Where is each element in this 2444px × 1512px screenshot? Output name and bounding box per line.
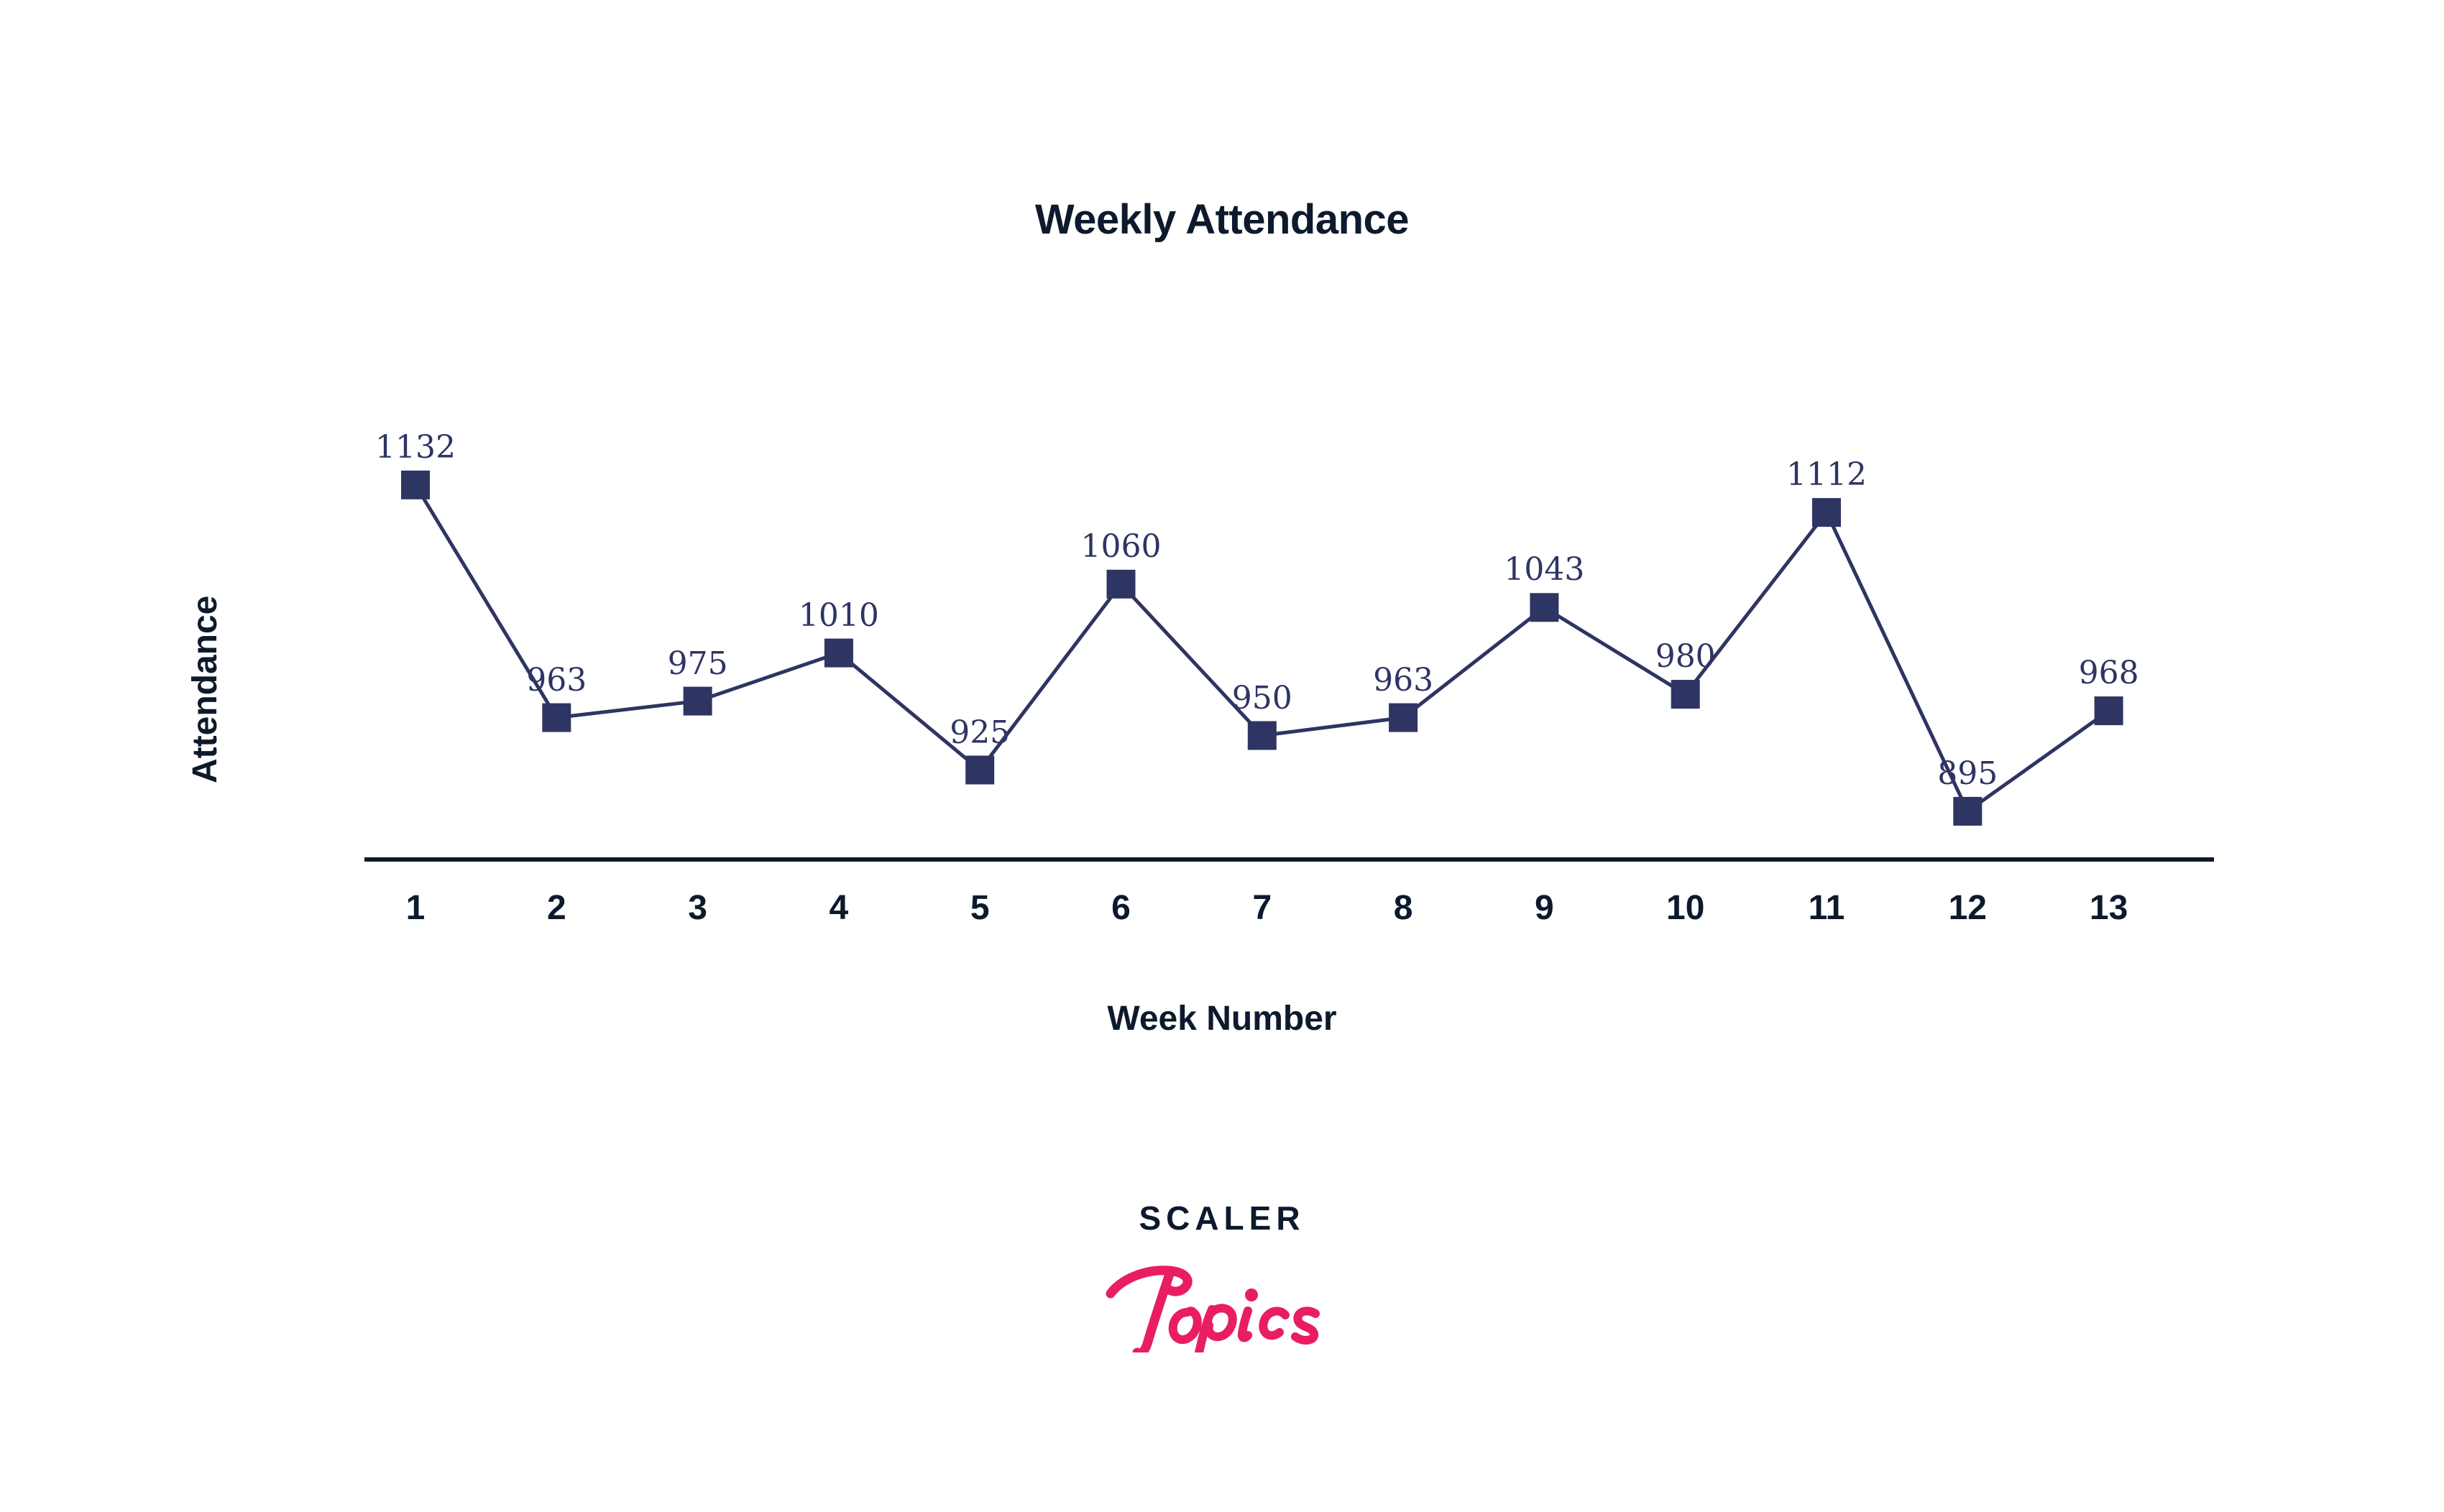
- x-tick-label: 3: [688, 889, 707, 927]
- x-tick-label: 11: [1808, 889, 1845, 927]
- x-axis-title: Week Number: [1107, 1000, 1337, 1038]
- x-tick-label: 6: [1111, 889, 1131, 927]
- x-tick-label: 12: [1948, 889, 1987, 927]
- x-tick-label: 1: [405, 889, 426, 927]
- scaler-topics-logo: SCALER: [1078, 1193, 1366, 1373]
- x-tick-label: 8: [1393, 889, 1413, 927]
- y-axis-title: Attendance: [186, 595, 224, 783]
- x-tick-label: 10: [1666, 889, 1705, 927]
- x-tick-label: 9: [1535, 889, 1554, 927]
- x-tick-label: 2: [546, 889, 566, 927]
- x-tick-label: 5: [970, 889, 990, 927]
- x-tick-label: 4: [829, 889, 849, 927]
- logo-script-topics: [1078, 1237, 1366, 1352]
- chart-figure: Weekly Attendance 1132 963 975 1010 925 1060 9…: [0, 0, 2444, 1512]
- x-tick-label: 7: [1252, 889, 1272, 927]
- logo-wordmark: SCALER: [1139, 1199, 1305, 1237]
- x-tick-label: 13: [2089, 889, 2128, 927]
